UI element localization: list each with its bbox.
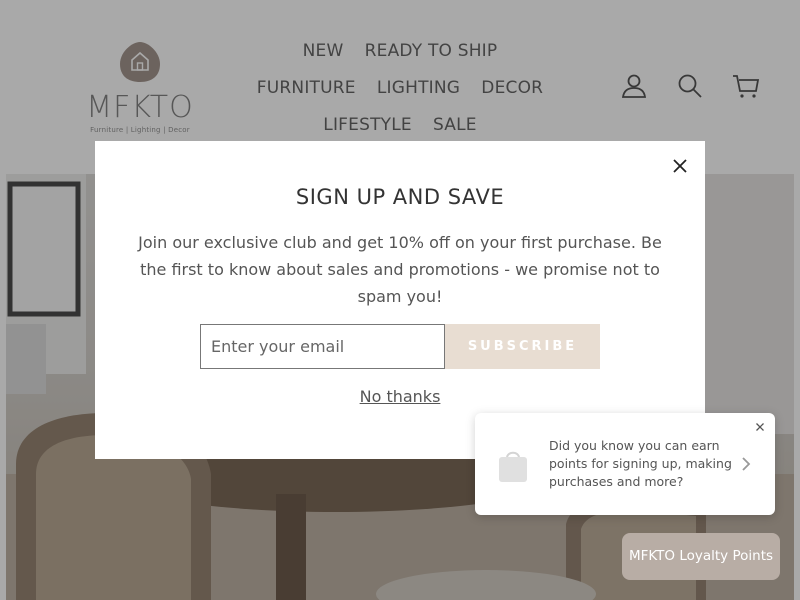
close-icon[interactable] — [669, 155, 691, 177]
shopping-bag-icon — [497, 447, 529, 483]
subscribe-button[interactable]: SUBSCRIBE — [445, 324, 600, 369]
signup-modal: SIGN UP AND SAVE Join our exclusive club… — [95, 141, 705, 459]
close-icon[interactable] — [753, 419, 767, 433]
chevron-right-icon[interactable] — [737, 453, 755, 475]
no-thanks-row: No thanks — [95, 387, 705, 406]
no-thanks-link[interactable]: No thanks — [360, 387, 441, 406]
loyalty-tooltip[interactable]: Did you know you can earn points for sig… — [475, 413, 775, 515]
modal-description: Join our exclusive club and get 10% off … — [138, 233, 662, 306]
modal-title: SIGN UP AND SAVE — [295, 185, 505, 209]
loyalty-points-button[interactable]: MFKTO Loyalty Points — [622, 533, 780, 580]
email-field[interactable] — [200, 324, 445, 369]
loyalty-tooltip-text: Did you know you can earn points for sig… — [549, 438, 732, 489]
